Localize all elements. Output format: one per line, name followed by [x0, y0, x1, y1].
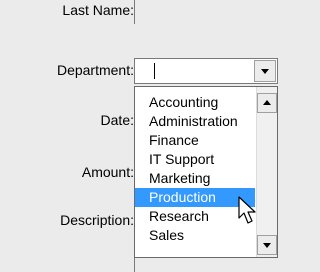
date-label: Date:	[100, 112, 134, 128]
mouse-pointer-icon	[238, 196, 256, 224]
scroll-up-button[interactable]	[257, 93, 277, 113]
department-combo[interactable]	[134, 58, 278, 84]
dropdown-option[interactable]: IT Support	[135, 150, 255, 169]
chevron-down-icon	[261, 69, 269, 74]
scroll-down-button[interactable]	[257, 235, 277, 255]
dropdown-scrollbar[interactable]	[256, 87, 277, 257]
dropdown-option[interactable]: Administration	[135, 112, 255, 131]
scroll-up-arrow-icon	[263, 100, 271, 105]
amount-label: Amount:	[81, 164, 134, 180]
dropdown-option[interactable]: Finance	[135, 131, 255, 150]
description-field[interactable]	[134, 256, 135, 272]
scroll-down-arrow-icon	[263, 243, 271, 248]
dropdown-option[interactable]: Marketing	[135, 169, 255, 188]
text-caret	[154, 63, 155, 79]
combo-dropdown-button[interactable]	[254, 60, 276, 82]
dropdown-option[interactable]: Production	[135, 188, 255, 207]
dropdown-option[interactable]: Accounting	[135, 93, 255, 112]
department-label: Department:	[56, 62, 134, 78]
description-label: Description:	[60, 212, 134, 228]
last-name-label: Last Name:	[62, 2, 134, 18]
dropdown-option[interactable]: Sales	[135, 226, 255, 245]
last-name-field[interactable]	[134, 0, 135, 24]
dropdown-option[interactable]: Research	[135, 207, 255, 226]
department-dropdown-list[interactable]: Accounting Administration Finance IT Suppor…	[134, 86, 278, 258]
